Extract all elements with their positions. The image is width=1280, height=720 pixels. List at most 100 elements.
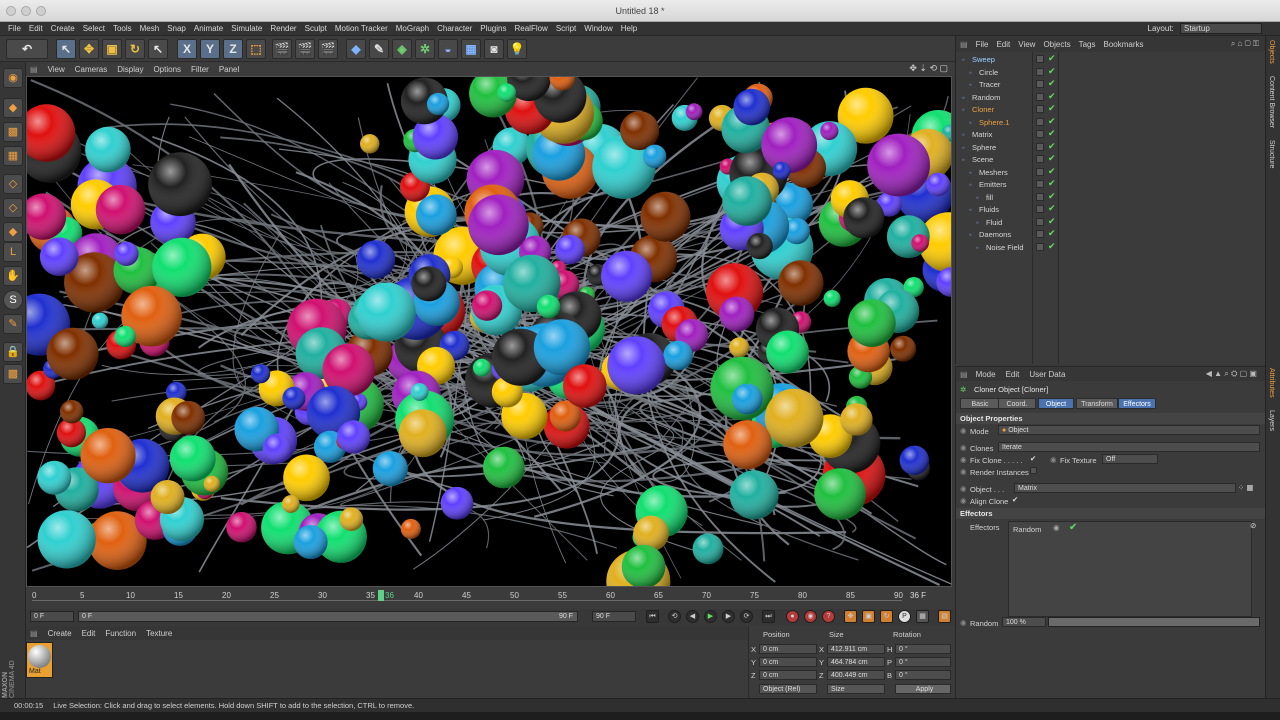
layer-toggle[interactable]: [1036, 242, 1044, 251]
fix-clone-radio[interactable]: ◉: [960, 455, 967, 464]
planar-workplane-icon[interactable]: ▩: [3, 364, 23, 384]
play-icon[interactable]: ▶: [704, 610, 717, 623]
material-menu-texture[interactable]: Texture: [146, 629, 172, 638]
om-menu-edit[interactable]: Edit: [996, 40, 1010, 49]
axis-mode-icon[interactable]: L: [3, 242, 23, 262]
menu-snap[interactable]: Snap: [167, 24, 186, 33]
layer-toggle[interactable]: [1036, 55, 1044, 63]
edges-mode-icon[interactable]: ◇: [3, 198, 23, 218]
rotation-key-icon[interactable]: ↻: [880, 610, 893, 623]
position-key-icon[interactable]: ✥: [844, 610, 857, 623]
object-row-sphere-1[interactable]: ◦ Sphere.1 ✔: [956, 116, 1266, 129]
end-frame-field[interactable]: 90 F: [592, 611, 636, 622]
go-to-end-icon[interactable]: ⏭: [762, 610, 775, 623]
object-row-daemons[interactable]: ◦ Daemons ✔: [956, 228, 1266, 241]
floor-icon[interactable]: ▦: [461, 39, 481, 59]
object-row-cloner[interactable]: ◦ Cloner ✔: [956, 103, 1266, 116]
layout-dropdown[interactable]: Startup: [1180, 23, 1262, 34]
layer-toggle[interactable]: [1036, 67, 1044, 76]
apply-button[interactable]: Apply: [895, 684, 951, 694]
object-row-sphere[interactable]: ◦ Sphere ✔: [956, 141, 1266, 154]
previous-key-icon[interactable]: ⟲: [668, 610, 681, 623]
object-name[interactable]: Fluid: [986, 218, 1002, 227]
layer-toggle[interactable]: [1036, 180, 1044, 188]
layer-toggle[interactable]: [1036, 167, 1044, 176]
tab-objects[interactable]: Objects: [1268, 40, 1275, 64]
fix-clone-checkbox[interactable]: ✔: [1030, 454, 1036, 463]
tab-content-browser[interactable]: Content Browser: [1268, 76, 1275, 128]
object-link-radio[interactable]: ◉: [960, 484, 967, 493]
menu-plugins[interactable]: Plugins: [480, 24, 506, 33]
viewport-menu-view[interactable]: View: [48, 65, 65, 74]
align-clone-checkbox[interactable]: ✔: [1012, 495, 1018, 504]
object-link-picker-icon[interactable]: ⁘ ▦: [1238, 483, 1253, 492]
enabled-check-icon[interactable]: ✔: [1048, 228, 1056, 239]
enabled-check-icon[interactable]: ✔: [1048, 191, 1056, 202]
deformer-icon[interactable]: ◒: [438, 39, 458, 59]
enabled-check-icon[interactable]: ✔: [1048, 241, 1056, 252]
object-row-emitters[interactable]: ◦ Emitters ✔: [956, 178, 1266, 191]
om-menu-objects[interactable]: Objects: [1043, 40, 1070, 49]
effectors-clear-icon[interactable]: ⊘: [1250, 521, 1256, 530]
attr-menu-mode[interactable]: Mode: [976, 370, 996, 379]
y-axis-lock-button[interactable]: Y: [200, 39, 220, 59]
object-row-fluids[interactable]: ◦ Fluids ✔: [956, 203, 1266, 216]
material-menu-function[interactable]: Function: [105, 629, 136, 638]
enabled-check-icon[interactable]: ✔: [1048, 91, 1056, 102]
enabled-check-icon[interactable]: ✔: [1048, 178, 1056, 189]
menu-motion-tracker[interactable]: Motion Tracker: [335, 24, 388, 33]
tab-layers[interactable]: Layers: [1268, 410, 1275, 431]
pos-x-field[interactable]: 0 cm: [759, 644, 817, 654]
model-mode-icon[interactable]: ◆: [3, 98, 23, 118]
menu-file[interactable]: File: [8, 24, 21, 33]
om-menu-file[interactable]: File: [976, 40, 989, 49]
playhead[interactable]: [378, 590, 384, 601]
om-menu-tags[interactable]: Tags: [1079, 40, 1096, 49]
layer-toggle[interactable]: [1036, 92, 1044, 101]
material-swatch[interactable]: Mat: [26, 642, 53, 678]
object-name[interactable]: Fluids: [979, 205, 999, 214]
object-name[interactable]: Sphere.1: [979, 118, 1009, 127]
enabled-check-icon[interactable]: ✔: [1048, 128, 1056, 139]
move-tool-icon[interactable]: ✥: [79, 39, 99, 59]
tab-basic[interactable]: Basic: [960, 398, 1000, 409]
viewport-menu-display[interactable]: Display: [117, 65, 143, 74]
object-name[interactable]: Meshers: [979, 168, 1008, 177]
material-menu-edit[interactable]: Edit: [82, 629, 96, 638]
menu-tools[interactable]: Tools: [113, 24, 132, 33]
object-name[interactable]: Random: [972, 93, 1000, 102]
enabled-check-icon[interactable]: ✔: [1048, 66, 1056, 77]
menu-script[interactable]: Script: [556, 24, 576, 33]
attr-menu-edit[interactable]: Edit: [1006, 370, 1020, 379]
object-row-meshers[interactable]: ◦ Meshers ✔: [956, 166, 1266, 179]
menu-help[interactable]: Help: [621, 24, 637, 33]
tab-attributes[interactable]: Attributes: [1268, 368, 1275, 398]
layer-toggle[interactable]: [1036, 205, 1044, 213]
rot-b-field[interactable]: 0 °: [895, 670, 951, 680]
enabled-check-icon[interactable]: ✔: [1048, 116, 1056, 127]
object-name[interactable]: Sweep: [972, 55, 995, 64]
menu-animate[interactable]: Animate: [194, 24, 223, 33]
viewport-menu-cameras[interactable]: Cameras: [75, 65, 107, 74]
array-icon[interactable]: ✲: [415, 39, 435, 59]
object-name[interactable]: Emitters: [979, 180, 1007, 189]
material-menu-create[interactable]: Create: [48, 629, 72, 638]
timeline-ruler[interactable]: 0 5 10 15 20 25 30 35 36 40 45 50 55 60 …: [26, 588, 954, 609]
record-keys-icon[interactable]: ●: [786, 610, 799, 623]
light-icon[interactable]: 💡: [507, 39, 527, 59]
scale-tool-icon[interactable]: ▣: [102, 39, 122, 59]
random-slider[interactable]: [1048, 617, 1260, 627]
3d-viewport[interactable]: [26, 76, 952, 587]
previous-frame-icon[interactable]: ◀: [686, 610, 699, 623]
menu-select[interactable]: Select: [83, 24, 105, 33]
object-name[interactable]: fill: [986, 193, 993, 202]
viewport-menu-options[interactable]: Options: [153, 65, 181, 74]
object-name[interactable]: Tracer: [979, 80, 1000, 89]
om-menu-view[interactable]: View: [1018, 40, 1035, 49]
fix-texture-dropdown[interactable]: Off: [1102, 454, 1158, 464]
undo-button[interactable]: ↶: [6, 39, 48, 59]
random-value-field[interactable]: 100 %: [1002, 617, 1046, 627]
object-name[interactable]: Cloner: [972, 105, 994, 114]
menu-edit[interactable]: Edit: [29, 24, 43, 33]
size-mode-dropdown[interactable]: Size: [827, 684, 885, 694]
